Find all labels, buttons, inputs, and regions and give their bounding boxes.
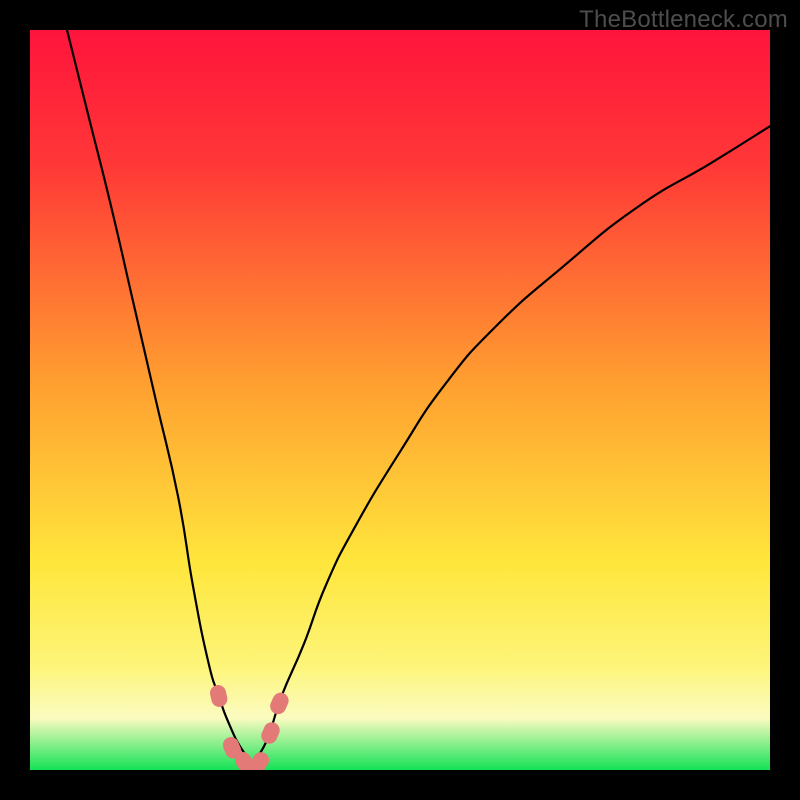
chart-frame: TheBottleneck.com <box>0 0 800 800</box>
chart-plot <box>30 30 770 770</box>
gradient-background <box>30 30 770 770</box>
